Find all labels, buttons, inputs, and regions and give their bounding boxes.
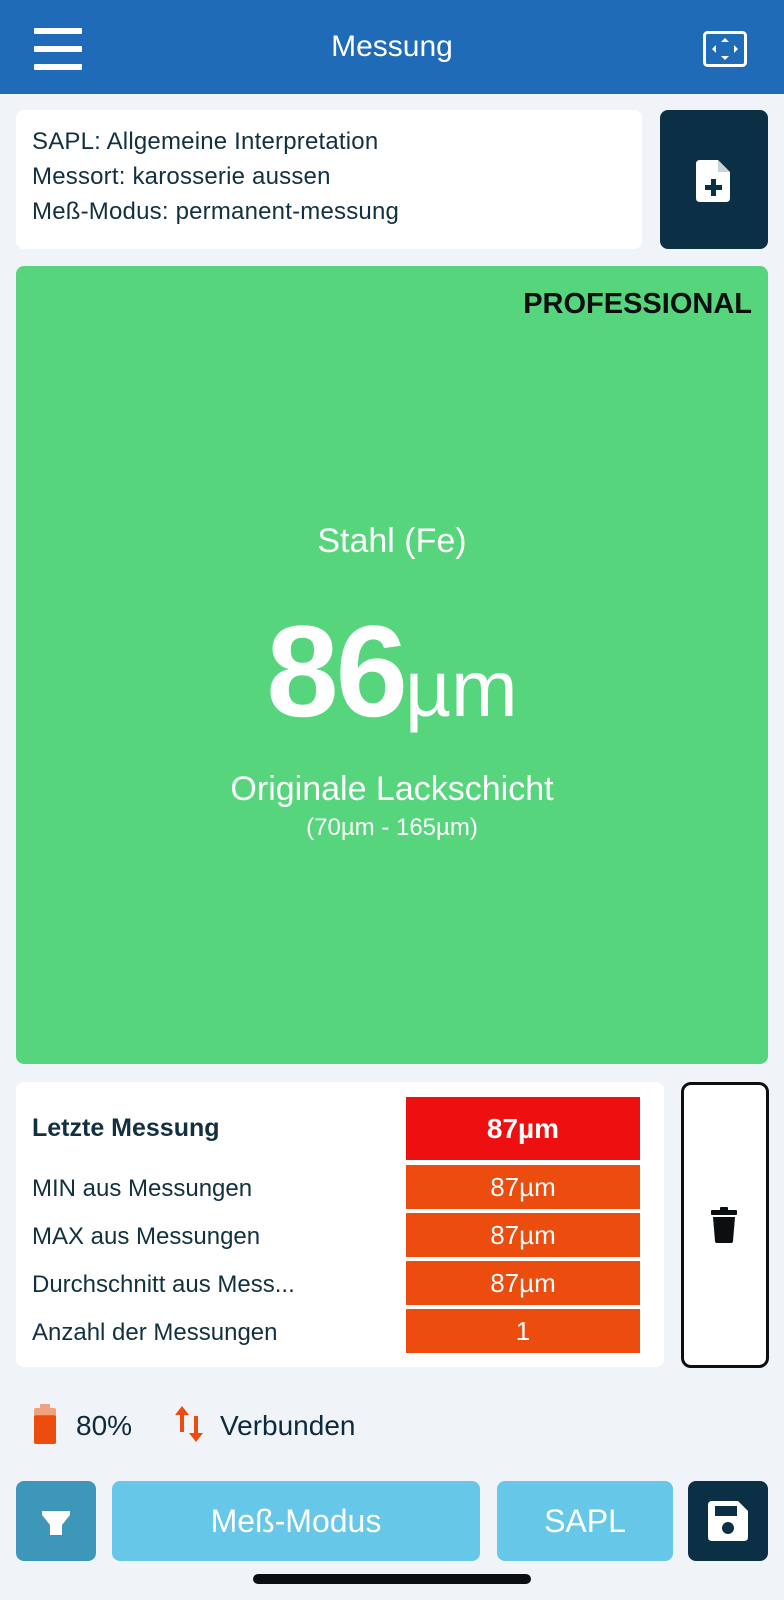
- edition-label: PROFESSIONAL: [523, 288, 752, 320]
- measure-mode-button[interactable]: Meß-Modus: [112, 1481, 480, 1561]
- battery-icon: [34, 1404, 56, 1449]
- stat-value-average: 87µm: [406, 1261, 640, 1305]
- verdict-label: Originale Lackschicht: [230, 770, 554, 808]
- thickness-value: 86: [266, 598, 408, 744]
- mode-info: Meß-Modus: permanent-messung: [32, 198, 400, 225]
- file-plus-icon: [696, 160, 730, 202]
- measurement-info-card: SAPL: Allgemeine Interpretation Messort:…: [16, 110, 642, 249]
- sapl-button[interactable]: SAPL: [497, 1481, 673, 1561]
- stat-value-max: 87µm: [406, 1213, 640, 1257]
- trash-icon: [711, 1207, 737, 1243]
- sapl-info: SAPL: Allgemeine Interpretation: [32, 128, 379, 155]
- home-indicator: [253, 1574, 531, 1584]
- reading-panel: PROFESSIONAL Stahl (Fe) 86µm Originale L…: [16, 266, 768, 1064]
- stat-value-last: 87µm: [406, 1097, 640, 1160]
- stat-label-average: Durchschnitt aus Mess...: [32, 1271, 295, 1298]
- stat-label-max: MAX aus Messungen: [32, 1223, 261, 1250]
- floppy-disk-icon: [708, 1501, 748, 1541]
- thickness-unit: µm: [404, 644, 518, 733]
- app-header: Messung: [0, 0, 784, 94]
- location-info: Messort: karosserie aussen: [32, 163, 331, 190]
- new-report-button[interactable]: [660, 110, 768, 249]
- thickness-readout: 86µm: [16, 596, 768, 746]
- range-label: (70µm - 165µm): [306, 814, 478, 841]
- flashlight-button[interactable]: [16, 1481, 96, 1561]
- delete-measurements-button[interactable]: [681, 1082, 769, 1368]
- battery-level: 80%: [76, 1410, 133, 1441]
- flashlight-icon: [42, 1511, 70, 1535]
- stat-value-min: 87µm: [406, 1165, 640, 1209]
- material-label: Stahl (Fe): [317, 522, 467, 560]
- connection-status: Verbunden: [220, 1410, 356, 1441]
- save-button[interactable]: [688, 1481, 768, 1561]
- stat-label-last: Letzte Messung: [32, 1114, 220, 1142]
- statistics-card: Letzte Messung 87µm MIN aus Messungen 87…: [16, 1082, 664, 1367]
- stat-value-count: 1: [406, 1309, 640, 1353]
- up-down-arrows-icon: [174, 1406, 204, 1447]
- page-title: Messung: [331, 30, 453, 63]
- stat-label-count: Anzahl der Messungen: [32, 1319, 278, 1346]
- stat-label-min: MIN aus Messungen: [32, 1175, 253, 1202]
- fullscreen-icon[interactable]: [703, 31, 747, 67]
